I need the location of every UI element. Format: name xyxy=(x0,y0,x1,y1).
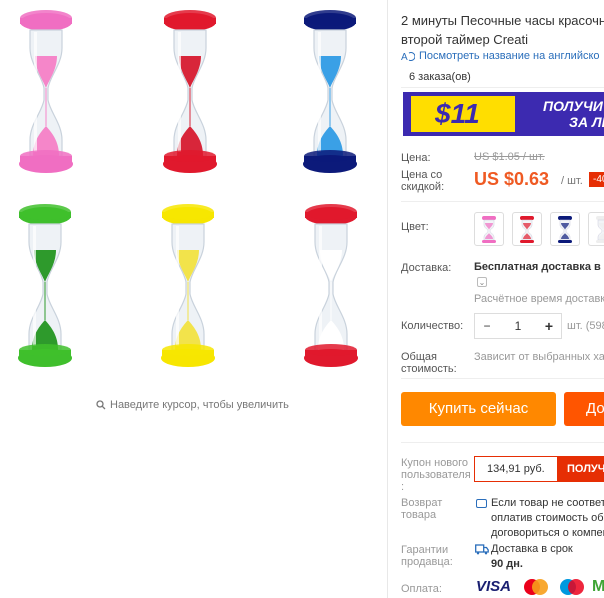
panel-divider xyxy=(387,0,388,598)
promo-text-line1: ПОЛУЧИ xyxy=(543,98,603,114)
returns-info: Если товар не соответс оплатив стоимость… xyxy=(491,496,604,541)
color-option-navy[interactable] xyxy=(550,212,580,246)
coupon-label-line2: пользователя xyxy=(401,469,471,481)
returns-label-line1: Возврат xyxy=(401,497,443,509)
quantity-available: шт. (598 xyxy=(567,320,604,332)
promo-amount: $11 xyxy=(411,96,515,132)
chevron-down-icon[interactable]: ⌄ xyxy=(477,277,487,287)
hourglass-image-red xyxy=(163,10,217,173)
returns-line3: договориться о компен xyxy=(491,527,604,539)
coupon-label-line1: Купон нового xyxy=(401,457,469,469)
truck-icon xyxy=(475,544,489,555)
quantity-label: Количество: xyxy=(401,320,464,332)
promo-banner[interactable]: $11 ПОЛУЧИ ЗА ЛЕ xyxy=(403,92,604,136)
color-option-red[interactable] xyxy=(512,212,542,246)
coupon-value: 134,91 руб. xyxy=(487,463,545,475)
translate-link[interactable]: A Посмотреть название на английско xyxy=(401,50,600,62)
color-option-white[interactable] xyxy=(588,212,604,246)
returns-line1: Если товар не соответс xyxy=(491,497,604,509)
product-title: 2 минуты Песочные часы красочн второй та… xyxy=(401,11,604,49)
shipping-estimate: Расчётное время доставки xyxy=(474,293,604,305)
image-gallery[interactable]: Наведите курсор, чтобы увеличить xyxy=(0,0,386,598)
guarantee-line2: 90 дн. xyxy=(491,558,523,570)
promo-text-line2: ЗА ЛЕ xyxy=(569,114,604,130)
product-info-panel: 2 минуты Песочные часы красочн второй та… xyxy=(401,0,604,598)
svg-text:A: A xyxy=(401,52,408,62)
hourglass-image-navy xyxy=(303,10,357,173)
section-divider xyxy=(401,442,604,443)
section-divider xyxy=(401,201,604,202)
quantity-decrease-button[interactable]: − xyxy=(475,319,499,333)
total-value: Зависит от выбранных хар xyxy=(474,351,604,363)
old-price: US $1.05 / шт. xyxy=(474,151,545,163)
quantity-input[interactable]: 1 xyxy=(506,319,530,333)
translate-icon: A xyxy=(401,52,415,62)
section-divider xyxy=(401,378,604,379)
price-label: Цена: xyxy=(401,152,431,164)
shield-icon xyxy=(476,499,487,508)
buy-now-button[interactable]: Купить сейчас xyxy=(401,392,556,426)
guarantee-info: Доставка в срок 90 дн. xyxy=(491,542,573,572)
color-label: Цвет: xyxy=(401,221,429,233)
payment-label: Оплата: xyxy=(401,583,442,595)
zoom-hint-text: Наведите курсор, чтобы увеличить xyxy=(110,399,289,411)
hourglass-image-green xyxy=(18,204,72,367)
total-label-line2: стоимость: xyxy=(401,363,457,375)
discount-price: US $0.63 xyxy=(474,169,550,189)
zoom-hint: Наведите курсор, чтобы увеличить xyxy=(96,399,289,411)
maestro-icon xyxy=(560,579,584,595)
mastercard-icon xyxy=(524,579,548,595)
hourglass-image-yellow xyxy=(161,204,215,367)
translate-link-text[interactable]: Посмотреть название на английско xyxy=(419,50,600,62)
quantity-increase-button[interactable]: + xyxy=(537,318,561,334)
coupon-label-line3: : xyxy=(401,481,405,493)
guarantee-line1: Доставка в срок xyxy=(491,543,573,555)
returns-label-line2: товара xyxy=(401,509,437,521)
guarantee-label-line1: Гарантии xyxy=(401,544,449,556)
shipping-label: Доставка: xyxy=(401,262,452,274)
coupon-label: Купон нового пользователя : xyxy=(401,457,471,493)
guarantee-label: Гарантии продавца: xyxy=(401,544,453,568)
discount-badge: -40 xyxy=(589,172,604,187)
hourglass-image-pink xyxy=(19,10,73,173)
total-label: Общая стоимость: xyxy=(401,351,457,375)
hourglass-image-white xyxy=(304,204,358,367)
price-unit: / шт. xyxy=(561,175,583,187)
orders-count: 6 заказа(ов) xyxy=(409,71,471,83)
magnifier-icon xyxy=(96,400,106,410)
orders-divider xyxy=(401,87,604,88)
get-coupon-button[interactable]: ПОЛУЧ xyxy=(557,457,604,481)
color-option-pink[interactable] xyxy=(474,212,504,246)
discount-price-label: Цена со скидкой: xyxy=(401,169,445,193)
product-title-line1: 2 минуты Песочные часы красочн xyxy=(401,13,604,28)
product-title-line2: второй таймер Creati xyxy=(401,32,528,47)
shipping-value: Бесплатная доставка в R xyxy=(474,261,604,273)
coupon-box: 134,91 руб. ПОЛУЧ xyxy=(474,456,604,482)
guarantee-label-line2: продавца: xyxy=(401,556,453,568)
quantity-stepper: − 1 + xyxy=(474,313,562,339)
returns-label: Возврат товара xyxy=(401,497,442,521)
visa-logo: VISA xyxy=(476,578,512,595)
returns-line2: оплатив стоимость обр xyxy=(491,512,604,524)
total-label-line1: Общая xyxy=(401,351,437,363)
more-payment-logo: M xyxy=(592,578,604,595)
add-to-cart-button[interactable]: До xyxy=(564,392,604,426)
